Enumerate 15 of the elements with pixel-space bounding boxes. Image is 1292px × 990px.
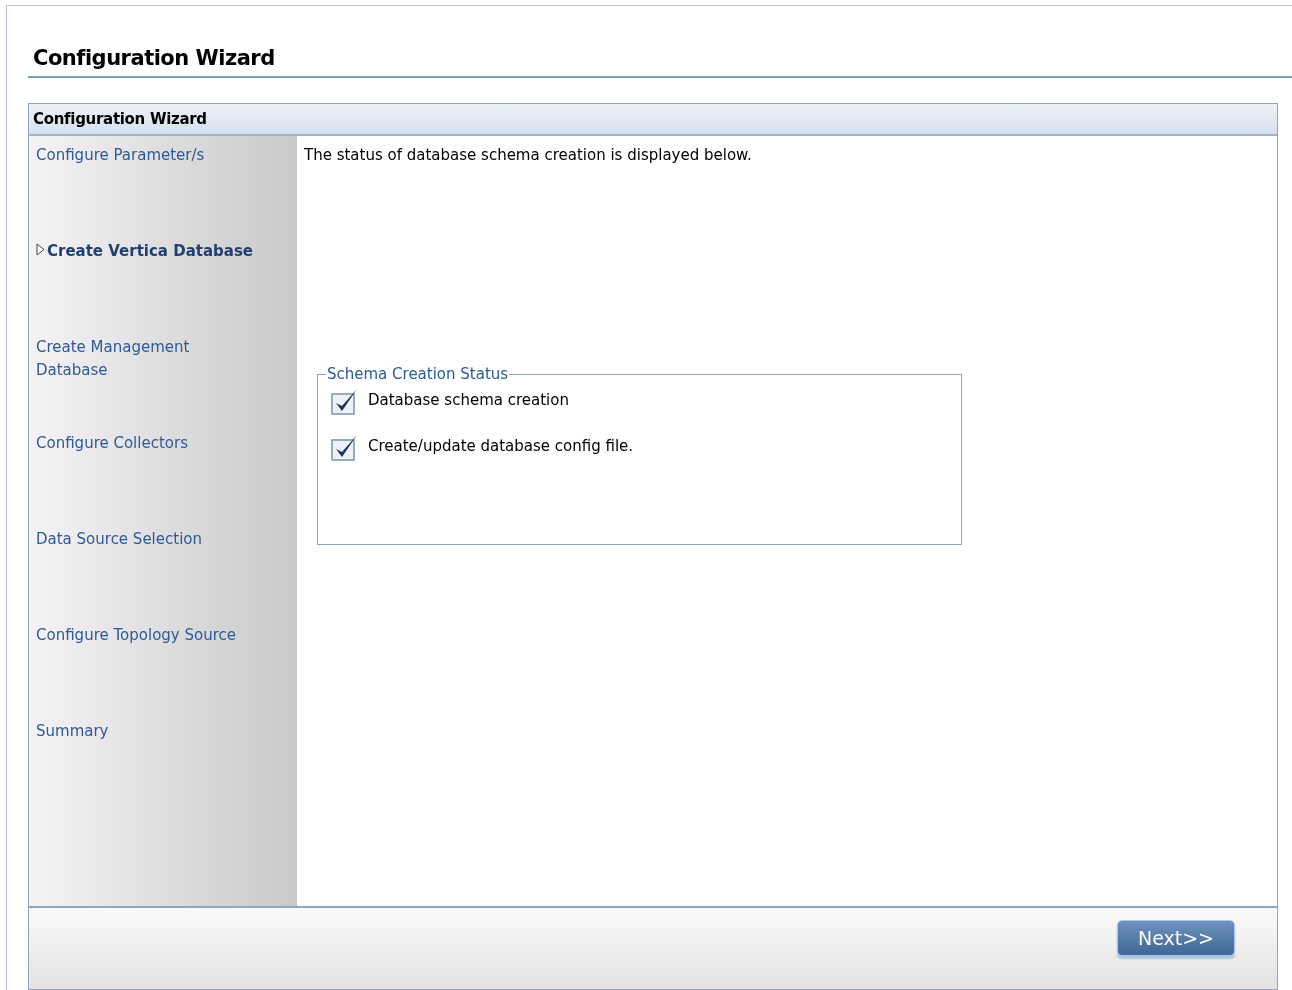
group-legend: Schema Creation Status (326, 363, 510, 386)
triangle-right-icon (36, 243, 45, 256)
intro-text: The status of database schema creation is displayed below. (304, 145, 753, 166)
status-label: Create/update database config file. (368, 436, 634, 458)
wizard-step-link[interactable]: Create Management Database (36, 336, 236, 382)
wizard-step-link[interactable]: Create Vertica Database (36, 240, 286, 263)
page-title: Configuration Wizard (33, 45, 276, 72)
wizard-step-link[interactable]: Data Source Selection (36, 528, 236, 551)
wizard-step-link[interactable]: Configure Collectors (36, 432, 236, 455)
wizard-step-link[interactable]: Configure Topology Source (36, 624, 236, 647)
next-button[interactable]: Next>> (1117, 920, 1235, 956)
wizard-step-link[interactable]: Summary (36, 720, 236, 743)
wizard-step-link[interactable]: Configure Parameter/s (36, 144, 236, 167)
panel-header: Configuration Wizard (29, 104, 1277, 136)
status-label: Database schema creation (368, 390, 569, 412)
